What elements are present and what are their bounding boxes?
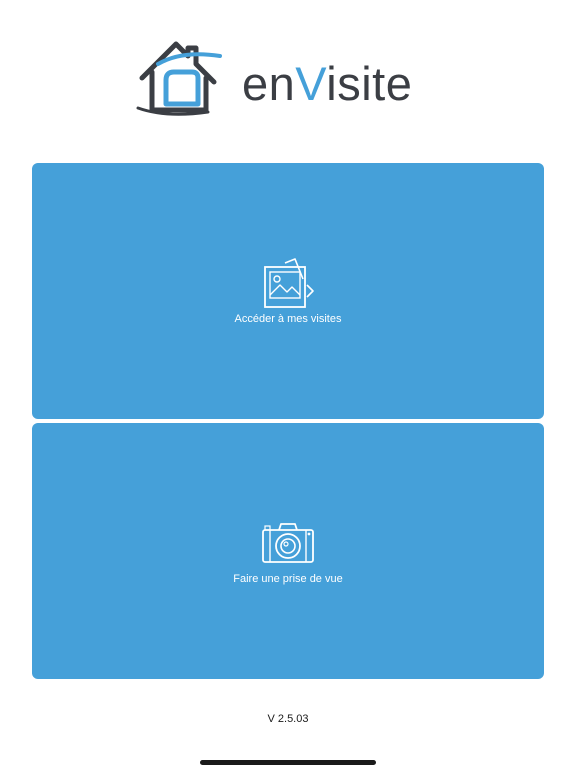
camera-icon [262, 523, 314, 563]
app-version: V 2.5.03 [267, 713, 309, 725]
my-visits-button[interactable]: Accéder à mes visites [32, 163, 544, 419]
app-wordmark: enVisite [242, 54, 412, 114]
app-logo: enVisite [136, 34, 446, 120]
house-logo-icon [136, 41, 222, 116]
take-photo-label: Faire une prise de vue [233, 573, 343, 585]
wordmark-suffix: isite [326, 57, 413, 110]
take-photo-button[interactable]: Faire une prise de vue [32, 423, 544, 679]
photo-gallery-icon [264, 258, 314, 308]
wordmark-accent: V [295, 57, 327, 110]
home-indicator[interactable] [200, 760, 376, 765]
wordmark-prefix: en [242, 57, 296, 110]
my-visits-label: Accéder à mes visites [234, 313, 342, 325]
